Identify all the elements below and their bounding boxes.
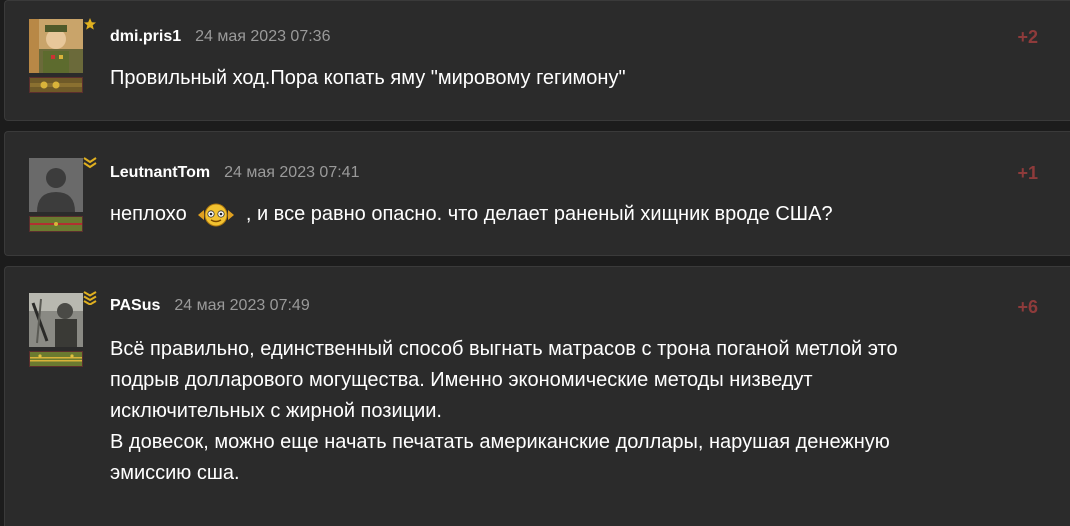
comment-date: 24 мая 2023 07:49	[174, 297, 310, 314]
comment-text-line: подрыв долларового могущества. Именно эк…	[110, 369, 813, 391]
author-avatar-column	[29, 18, 96, 93]
comment-feed: dmi.pris1 24 мая 2023 07:36 +2 Провильны…	[0, 0, 1070, 526]
comment-text: Всё правильно, единственный способ выгна…	[110, 334, 1010, 489]
username-link[interactable]: PASus	[110, 297, 160, 315]
avatar[interactable]	[29, 158, 83, 212]
author-avatar-column	[29, 291, 97, 367]
smiley-emoji-icon	[194, 202, 238, 228]
comment-text-line: эмиссию сша.	[110, 462, 240, 484]
comment-text-line: исключительных с жирной позиции.	[110, 400, 442, 422]
comment-meta: LeutnantTom 24 мая 2023 07:41	[110, 164, 359, 182]
username-link[interactable]: dmi.pris1	[110, 28, 181, 46]
comment-text-line: Всё правильно, единственный способ выгна…	[110, 338, 898, 360]
rank-badge	[29, 216, 83, 232]
comment-score[interactable]: +2	[1017, 27, 1038, 48]
star-icon	[83, 17, 97, 31]
comment-text-part: , и все равно опасно. что делает раненый…	[245, 203, 833, 225]
author-avatar-column	[29, 157, 97, 232]
username-link[interactable]: LeutnantTom	[110, 164, 210, 182]
avatar[interactable]	[29, 19, 83, 73]
chevron-rank-icon	[83, 291, 97, 306]
comment-score[interactable]: +1	[1017, 163, 1038, 184]
comment-meta: PASus 24 мая 2023 07:49	[110, 297, 310, 315]
rank-badge	[29, 77, 83, 93]
rank-badge	[29, 351, 83, 367]
comment-text-line: В довесок, можно еще начать печатать аме…	[110, 431, 890, 453]
comment-item: dmi.pris1 24 мая 2023 07:36 +2 Провильны…	[4, 0, 1070, 121]
comment-score[interactable]: +6	[1017, 297, 1038, 318]
comment-item: PASus 24 мая 2023 07:49 +6 Всё правильно…	[4, 266, 1070, 526]
comment-date: 24 мая 2023 07:41	[224, 164, 360, 181]
chevron-rank-icon	[83, 156, 97, 170]
comment-item: LeutnantTom 24 мая 2023 07:41 +1 неплохо…	[4, 131, 1070, 256]
comment-text: неплохо , и все равно опасно. что делает…	[110, 199, 1010, 230]
comment-text-part: неплохо	[110, 203, 187, 225]
comment-date: 24 мая 2023 07:36	[195, 28, 331, 45]
avatar[interactable]	[29, 293, 83, 347]
comment-meta: dmi.pris1 24 мая 2023 07:36	[110, 28, 330, 46]
comment-text: Провильный ход.Пора копать яму "мировому…	[110, 67, 626, 89]
